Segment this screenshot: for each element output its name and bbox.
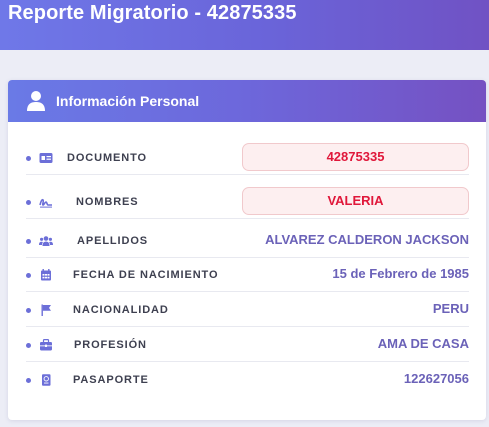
page-title: Reporte Migratorio - 42875335 bbox=[8, 2, 297, 24]
row-label: PASAPORTE bbox=[73, 374, 149, 386]
row-label: FECHA DE NACIMIENTO bbox=[73, 269, 219, 281]
row-value: PERU bbox=[432, 301, 469, 316]
row-nombres: NOMBRES VALERIA bbox=[26, 185, 469, 219]
bullet-dot bbox=[26, 156, 31, 161]
flag-icon bbox=[41, 304, 51, 316]
card-title: Información Personal bbox=[56, 93, 200, 109]
row-label: NOMBRES bbox=[76, 196, 139, 208]
bullet-dot bbox=[26, 308, 31, 313]
id-card-icon bbox=[39, 153, 53, 163]
row-label: NACIONALIDAD bbox=[73, 304, 169, 316]
bullet-dot bbox=[26, 273, 31, 278]
row-fecha-nacimiento: FECHA DE NACIMIENTO 15 de Febrero de 198… bbox=[26, 258, 469, 292]
passport-icon bbox=[42, 374, 51, 386]
page-header: Reporte Migratorio - 42875335 bbox=[0, 0, 489, 50]
row-value: 15 de Febrero de 1985 bbox=[332, 266, 469, 281]
bullet-dot bbox=[26, 378, 31, 383]
row-label: PROFESIÓN bbox=[74, 339, 147, 351]
signature-icon bbox=[39, 198, 52, 208]
row-profesion: PROFESIÓN AMA DE CASA bbox=[26, 328, 469, 362]
personal-info-card: Información Personal DOCUMENTO 42875335 … bbox=[8, 80, 486, 420]
calendar-icon bbox=[41, 269, 51, 281]
row-nacionalidad: NACIONALIDAD PERU bbox=[26, 293, 469, 327]
user-icon bbox=[27, 91, 45, 111]
card-header: Información Personal bbox=[8, 80, 486, 122]
row-apellidos: APELLIDOS ALVAREZ CALDERON JACKSON bbox=[26, 224, 469, 258]
row-value: ALVAREZ CALDERON JACKSON bbox=[265, 232, 469, 247]
bullet-dot bbox=[26, 200, 31, 205]
row-value: 122627056 bbox=[403, 371, 469, 386]
highlight-value: 42875335 bbox=[242, 143, 469, 171]
row-documento: DOCUMENTO 42875335 bbox=[26, 141, 469, 175]
users-icon bbox=[39, 236, 53, 246]
row-value: AMA DE CASA bbox=[377, 336, 469, 351]
bullet-dot bbox=[26, 239, 31, 244]
row-label: APELLIDOS bbox=[77, 235, 149, 247]
briefcase-icon bbox=[40, 339, 52, 351]
highlight-value: VALERIA bbox=[242, 187, 469, 215]
bullet-dot bbox=[26, 343, 31, 348]
row-label: DOCUMENTO bbox=[67, 152, 148, 164]
row-pasaporte: PASAPORTE 122627056 bbox=[26, 363, 469, 397]
